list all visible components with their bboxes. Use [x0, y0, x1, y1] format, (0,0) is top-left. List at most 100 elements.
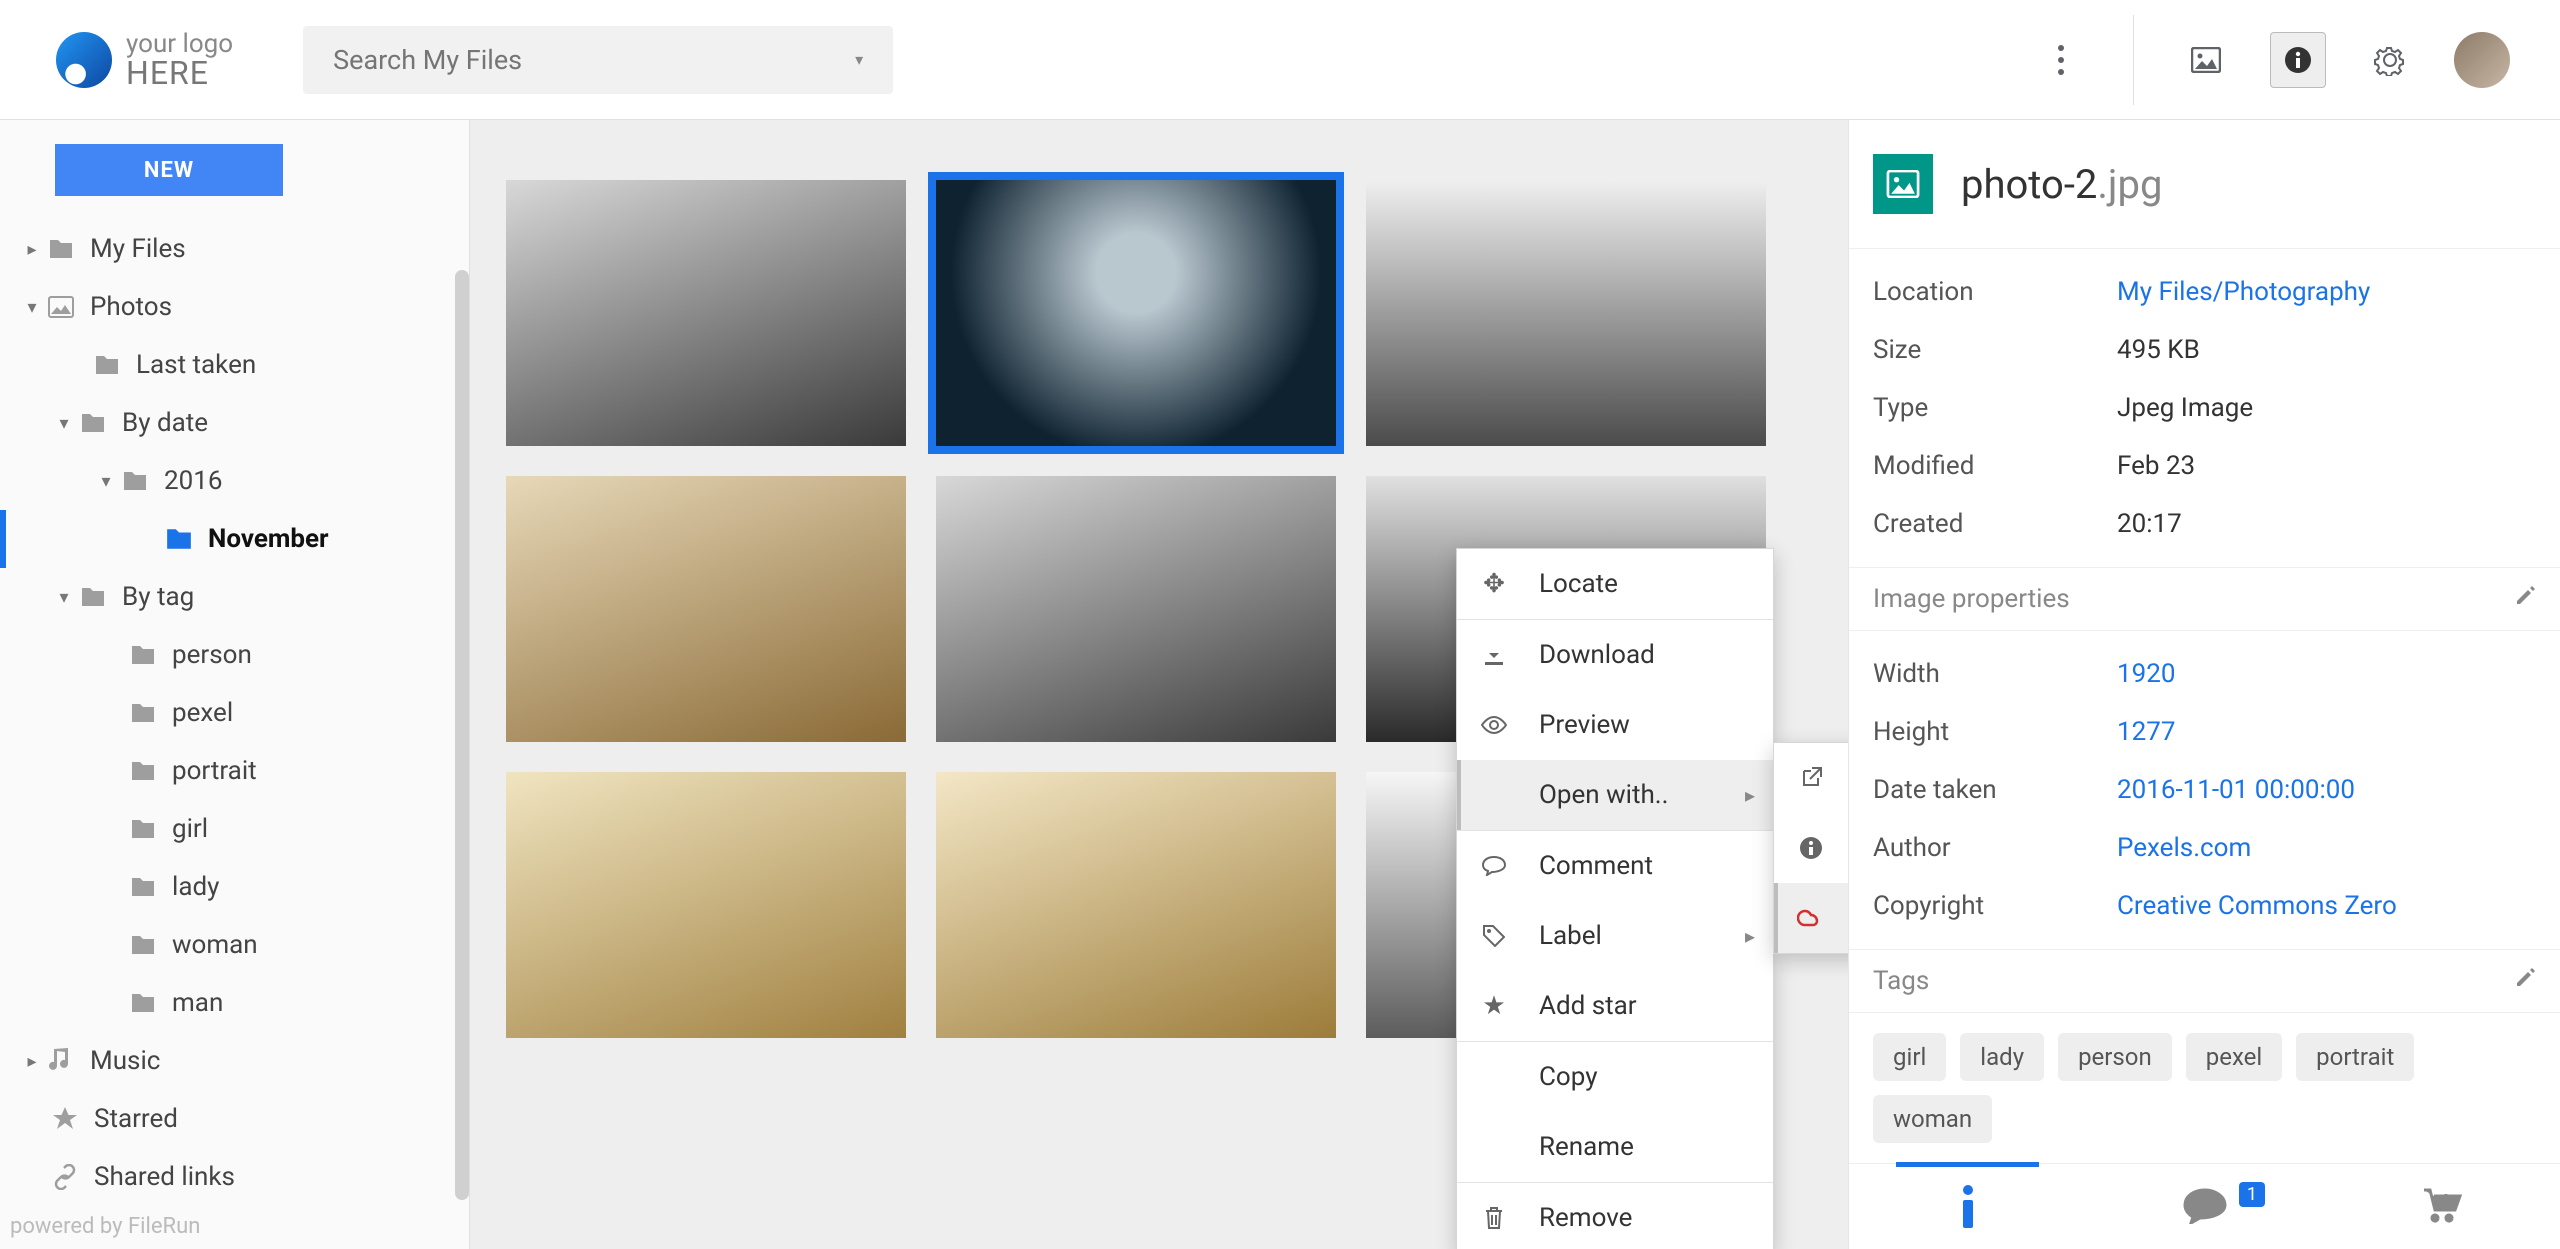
info-icon[interactable] [2270, 32, 2326, 88]
tree-tag-girl[interactable]: girl [0, 800, 469, 858]
comment-count: 1 [2239, 1182, 2265, 1207]
external-icon [1796, 767, 1826, 789]
thumbnail[interactable] [936, 476, 1336, 742]
image-icon[interactable] [2178, 32, 2234, 88]
folder-icon [92, 350, 122, 380]
ctx-creative-cloud[interactable]: Creative Cloud [1774, 883, 1848, 953]
tab-cart[interactable] [2323, 1164, 2560, 1249]
tab-info[interactable] [1849, 1164, 2086, 1249]
thumbnail[interactable] [936, 772, 1336, 1038]
eye-icon [1479, 716, 1509, 734]
ctx-comment[interactable]: Comment [1457, 831, 1773, 901]
edit-icon[interactable] [2514, 966, 2536, 996]
logo[interactable]: your logo HERE [56, 31, 233, 89]
label: Copy [1539, 1062, 1598, 1092]
tags-container: girl lady person pexel portrait woman [1849, 1013, 2560, 1163]
label: Height [1873, 717, 2117, 747]
tree-tag-lady[interactable]: lady [0, 858, 469, 916]
label: Shared links [94, 1162, 235, 1192]
more-icon[interactable] [2033, 32, 2089, 88]
avatar[interactable] [2454, 32, 2510, 88]
ctx-preview[interactable]: Preview [1457, 690, 1773, 760]
gear-icon[interactable] [2362, 32, 2418, 88]
location-value[interactable]: My Files/Photography [2117, 277, 2370, 307]
value[interactable]: 1277 [2117, 717, 2175, 747]
tree-tag-person[interactable]: person [0, 626, 469, 684]
tree-2016[interactable]: ▾2016 [0, 452, 469, 510]
tree-tag-portrait[interactable]: portrait [0, 742, 469, 800]
value[interactable]: Pexels.com [2117, 833, 2251, 863]
label: Download [1539, 640, 1655, 670]
tree-tag-man[interactable]: man [0, 974, 469, 1032]
tree-tag-woman[interactable]: woman [0, 916, 469, 974]
scrollbar[interactable] [455, 270, 469, 1200]
new-button[interactable]: NEW [55, 144, 283, 196]
label: portrait [172, 756, 257, 786]
ctx-locate[interactable]: ✥ Locate [1457, 549, 1773, 619]
label: Preview [1539, 710, 1630, 740]
tree-shared-links[interactable]: Shared links [0, 1148, 469, 1204]
ctx-label[interactable]: Label▸ [1457, 901, 1773, 971]
tree-my-files[interactable]: ▸My Files [0, 220, 469, 278]
photos-icon [46, 292, 76, 322]
value[interactable]: 1920 [2117, 659, 2175, 689]
label: Starred [94, 1104, 178, 1134]
ctx-download[interactable]: Download [1457, 620, 1773, 690]
tree-by-tag[interactable]: ▾By tag [0, 568, 469, 626]
label: Created [1873, 509, 2117, 539]
locate-icon: ✥ [1479, 569, 1509, 599]
label: Location [1873, 277, 2117, 307]
tree-starred[interactable]: Starred [0, 1090, 469, 1148]
section-image-properties: Image properties [1849, 567, 2560, 631]
thumbnail[interactable] [506, 180, 906, 446]
music-icon [46, 1046, 76, 1076]
star-icon [50, 1104, 80, 1134]
tag-chip[interactable]: pexel [2186, 1033, 2282, 1081]
label: Last taken [136, 350, 256, 380]
search-input[interactable] [333, 44, 855, 76]
context-menu: ✥ Locate Download Preview Open with..▸ Co… [1456, 548, 1774, 1249]
thumbnail[interactable] [506, 772, 906, 1038]
tag-chip[interactable]: lady [1960, 1033, 2044, 1081]
label: Label [1539, 921, 1602, 951]
details-tabs: 1 [1849, 1163, 2560, 1249]
value[interactable]: Creative Commons Zero [2117, 891, 2397, 921]
tree-by-date[interactable]: ▾By date [0, 394, 469, 452]
folder-icon [78, 408, 108, 438]
tree-last-taken[interactable]: Last taken [0, 336, 469, 394]
tag-chip[interactable]: woman [1873, 1095, 1992, 1143]
ctx-remove[interactable]: Remove [1457, 1183, 1773, 1249]
ctx-new-tab[interactable]: New tab [1774, 743, 1848, 813]
value[interactable]: 2016-11-01 00:00:00 [2117, 775, 2355, 805]
label: Locate [1539, 569, 1618, 599]
ctx-rename[interactable]: Rename [1457, 1112, 1773, 1182]
label: Add star [1539, 991, 1637, 1021]
tag-chip[interactable]: person [2058, 1033, 2172, 1081]
context-submenu: New tab Media Info Creative Cloud [1773, 742, 1848, 954]
ctx-add-star[interactable]: ★Add star [1457, 971, 1773, 1041]
search-box[interactable]: ▾ [303, 26, 893, 94]
label: Photos [90, 292, 172, 322]
tag-chip[interactable]: girl [1873, 1033, 1946, 1081]
chevron-down-icon[interactable]: ▾ [855, 50, 863, 69]
label: Remove [1539, 1203, 1632, 1233]
edit-icon[interactable] [2514, 584, 2536, 614]
ctx-copy[interactable]: Copy [1457, 1042, 1773, 1112]
folder-icon [128, 814, 158, 844]
tree-photos[interactable]: ▾Photos [0, 278, 469, 336]
thumbnail[interactable] [506, 476, 906, 742]
thumbnail-selected[interactable] [936, 180, 1336, 446]
tree-music[interactable]: ▸Music [0, 1032, 469, 1090]
ctx-open-with[interactable]: Open with..▸ [1457, 760, 1773, 830]
tree-november[interactable]: November [0, 510, 469, 568]
label: lady [172, 872, 219, 902]
tag-chip[interactable]: portrait [2296, 1033, 2414, 1081]
tag-icon [1479, 925, 1509, 947]
thumbnail[interactable] [1366, 180, 1766, 446]
tab-comments[interactable]: 1 [2086, 1164, 2323, 1249]
label: 2016 [164, 466, 222, 496]
chevron-right-icon: ▸ [1745, 783, 1755, 807]
tree-tag-pexel[interactable]: pexel [0, 684, 469, 742]
ctx-media-info[interactable]: Media Info [1774, 813, 1848, 883]
folder-icon [128, 930, 158, 960]
